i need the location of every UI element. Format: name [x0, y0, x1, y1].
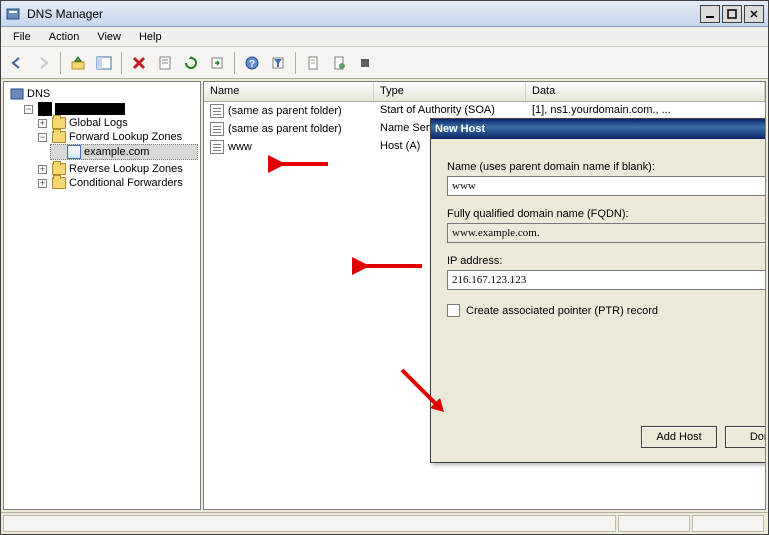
collapse-icon[interactable]: −	[24, 105, 33, 114]
dialog-titlebar: New Host ✕	[431, 119, 766, 139]
statusbar	[1, 512, 768, 534]
ip-input[interactable]	[447, 270, 766, 290]
folder-icon	[52, 117, 66, 129]
tree-zone-example[interactable]: example.com	[50, 144, 198, 160]
tree-server[interactable]: −	[22, 102, 198, 116]
tree-cond-label: Conditional Forwarders	[69, 177, 183, 189]
close-button[interactable]	[744, 5, 764, 23]
tree-reverse-zones[interactable]: + Reverse Lookup Zones	[36, 163, 198, 175]
properties-button[interactable]	[153, 51, 177, 75]
menu-file[interactable]: File	[5, 29, 39, 45]
tree-zone-label: example.com	[84, 146, 149, 158]
zone-icon	[67, 145, 81, 159]
tree-forward-zones[interactable]: − Forward Lookup Zones	[36, 131, 198, 143]
up-button[interactable]	[66, 51, 90, 75]
fqdn-label: Fully qualified domain name (FQDN):	[447, 208, 766, 220]
annotation-arrow	[352, 254, 432, 278]
status-cell	[618, 515, 690, 532]
show-hide-tree-button[interactable]	[92, 51, 116, 75]
dns-root-icon	[10, 87, 24, 101]
tree-pane[interactable]: DNS −	[3, 81, 201, 510]
help-button[interactable]: ?	[240, 51, 264, 75]
tree-global-logs[interactable]: + Global Logs	[36, 117, 198, 129]
tree-conditional-fwd[interactable]: + Conditional Forwarders	[36, 177, 198, 189]
ptr-label: Create associated pointer (PTR) record	[466, 305, 658, 317]
status-cell	[3, 515, 616, 532]
tree-rev-label: Reverse Lookup Zones	[69, 163, 183, 175]
dns-manager-window: DNS Manager File Action View Help	[0, 0, 769, 535]
expand-icon[interactable]: +	[38, 165, 47, 174]
forward-button[interactable]	[31, 51, 55, 75]
fqdn-input	[447, 223, 766, 243]
toolbar: ?	[1, 47, 768, 79]
done-button[interactable]: Done	[725, 426, 766, 448]
tree-root-label: DNS	[27, 88, 50, 100]
tree-fwd-label: Forward Lookup Zones	[69, 131, 182, 143]
maximize-button[interactable]	[722, 5, 742, 23]
window-title: DNS Manager	[27, 7, 700, 21]
col-header-data[interactable]: Data	[526, 82, 765, 101]
svg-text:?: ?	[249, 59, 255, 70]
folder-icon	[52, 131, 66, 143]
refresh-button[interactable]	[179, 51, 203, 75]
folder-icon	[52, 177, 66, 189]
new-zone-button[interactable]	[327, 51, 351, 75]
app-icon	[5, 6, 21, 22]
new-record-button[interactable]	[301, 51, 325, 75]
record-icon	[210, 104, 224, 118]
ip-label: IP address:	[447, 255, 766, 267]
collapse-icon[interactable]: −	[38, 133, 47, 142]
menu-view[interactable]: View	[89, 29, 129, 45]
ptr-checkbox[interactable]	[447, 304, 460, 317]
back-button[interactable]	[5, 51, 29, 75]
status-cell	[692, 515, 764, 532]
menu-help[interactable]: Help	[131, 29, 170, 45]
export-button[interactable]	[205, 51, 229, 75]
list-pane[interactable]: Name Type Data (same as parent folder) S…	[203, 81, 766, 510]
name-label: Name (uses parent domain name if blank):	[447, 161, 766, 173]
menubar: File Action View Help	[1, 27, 768, 47]
filter-button[interactable]	[266, 51, 290, 75]
folder-icon	[52, 163, 66, 175]
col-header-type[interactable]: Type	[374, 82, 526, 101]
server-icon	[38, 102, 52, 116]
stop-button[interactable]	[353, 51, 377, 75]
dialog-title: New Host	[435, 123, 766, 135]
record-icon	[210, 140, 224, 154]
ptr-checkbox-row[interactable]: Create associated pointer (PTR) record	[447, 304, 766, 317]
tree-root-dns[interactable]: DNS	[8, 87, 198, 101]
record-icon	[210, 122, 224, 136]
menu-action[interactable]: Action	[41, 29, 88, 45]
titlebar: DNS Manager	[1, 1, 768, 27]
name-input[interactable]	[447, 176, 766, 196]
add-host-button[interactable]: Add Host	[641, 426, 717, 448]
new-host-dialog: New Host ✕ Name (uses parent domain name…	[430, 118, 766, 463]
expand-icon[interactable]: +	[38, 119, 47, 128]
minimize-button[interactable]	[700, 5, 720, 23]
tree-server-label	[55, 103, 125, 115]
col-header-name[interactable]: Name	[204, 82, 374, 101]
list-header: Name Type Data	[204, 82, 765, 102]
expand-icon[interactable]: +	[38, 179, 47, 188]
tree-global-logs-label: Global Logs	[69, 117, 128, 129]
delete-button[interactable]	[127, 51, 151, 75]
